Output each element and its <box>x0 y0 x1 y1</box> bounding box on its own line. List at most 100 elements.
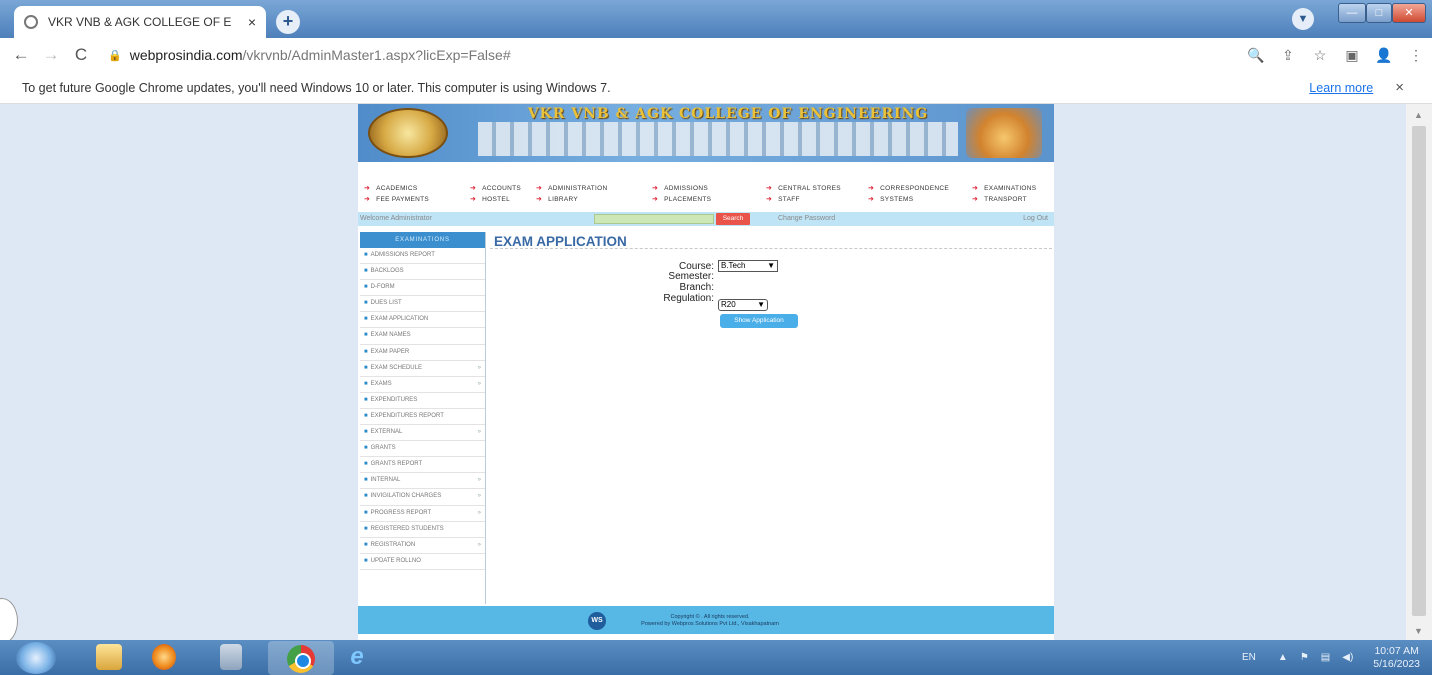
side-panel-icon[interactable]: ▣ <box>1336 47 1368 64</box>
share-icon[interactable]: ⇪ <box>1272 47 1304 64</box>
change-password-link[interactable]: Change Password <box>778 215 835 222</box>
sidebar-item-dues-list[interactable]: ■ DUES LIST <box>360 296 485 313</box>
sidebar-item-backlogs[interactable]: ■ BACKLOGS <box>360 264 485 281</box>
maximize-button[interactable]: □ <box>1366 3 1392 23</box>
menu-item-academics[interactable]: ➜ ACADEMICS <box>364 184 418 192</box>
menu-item-systems[interactable]: ➜ SYSTEMS <box>868 195 913 203</box>
menu-item-label: CENTRAL STORES <box>778 185 841 192</box>
volume-icon[interactable]: ◀) <box>1342 652 1353 663</box>
zoom-icon[interactable]: 🔍 <box>1240 47 1272 64</box>
main-content: EXAM APPLICATION Course: B.Tech ▼ Semest… <box>490 232 1052 604</box>
bullet-icon: ■ <box>364 509 368 516</box>
browser-tabbar: VKR VNB & AGK COLLEGE OF E × + ▼ — □ ✕ <box>0 0 1432 38</box>
browser-tab[interactable]: VKR VNB & AGK COLLEGE OF E × <box>14 6 266 38</box>
welcome-text: Welcome Administrator <box>360 215 432 222</box>
infobar-message: To get future Google Chrome updates, you… <box>22 80 611 95</box>
sidebar-item-progress-report[interactable]: ■ PROGRESS REPORT » <box>360 506 485 522</box>
media-player-icon[interactable] <box>152 644 176 670</box>
internet-explorer-icon[interactable]: e <box>344 644 370 670</box>
sidebar-item-exam-paper[interactable]: ■ EXAM PAPER <box>360 345 485 361</box>
sidebar-title: EXAMINATIONS <box>360 232 485 248</box>
sidebar-item-internal[interactable]: ■ INTERNAL » <box>360 473 485 490</box>
bullet-icon: ■ <box>364 300 368 307</box>
college-emblem <box>368 108 448 158</box>
sidebar-item-exam-application[interactable]: ■ EXAM APPLICATION <box>360 312 485 329</box>
files-icon[interactable] <box>220 644 242 670</box>
menu-item-examinations[interactable]: ➜ EXAMINATIONS <box>972 184 1036 192</box>
reload-icon[interactable]: C <box>66 45 96 65</box>
folder-icon[interactable] <box>96 644 122 670</box>
sidebar-item-registered-students[interactable]: ■ REGISTERED STUDENTS <box>360 522 485 538</box>
bullet-icon: ■ <box>364 396 368 403</box>
infobar-close-button[interactable]: × <box>1395 79 1404 96</box>
sidebar-item-label: PROGRESS REPORT <box>370 509 432 516</box>
menu-item-transport[interactable]: ➜ TRANSPORT <box>972 195 1027 203</box>
scroll-up-icon[interactable]: ▲ <box>1414 110 1423 120</box>
menu-item-administration[interactable]: ➜ ADMINISTRATION <box>536 184 608 192</box>
learn-more-link[interactable]: Learn more <box>1309 81 1373 95</box>
bullet-icon: ■ <box>364 364 368 371</box>
sidebar-item-update-rollno[interactable]: ■ UPDATE ROLLNO <box>360 554 485 570</box>
show-hidden-icons-icon[interactable]: ▲ <box>1278 652 1288 663</box>
sidebar-item-grants-report[interactable]: ■ GRANTS REPORT <box>360 457 485 474</box>
submenu-arrow-icon: » <box>477 364 481 371</box>
sidebar-item-exams[interactable]: ■ EXAMS » <box>360 377 485 393</box>
language-indicator[interactable]: EN <box>1242 652 1256 663</box>
menu-item-central-stores[interactable]: ➜ CENTRAL STORES <box>766 184 841 192</box>
update-infobar: To get future Google Chrome updates, you… <box>0 72 1432 104</box>
menu-item-accounts[interactable]: ➜ ACCOUNTS <box>470 184 521 192</box>
url-field[interactable]: webprosindia.com/vkrvnb/AdminMaster1.asp… <box>130 47 1240 63</box>
sidebar-item-exam-schedule[interactable]: ■ EXAM SCHEDULE » <box>360 361 485 377</box>
kebab-menu-icon[interactable]: ⋮ <box>1400 47 1432 64</box>
scroll-thumb[interactable] <box>1412 126 1426 616</box>
new-tab-button[interactable]: + <box>276 10 300 34</box>
minimize-button[interactable]: — <box>1338 3 1366 23</box>
search-input[interactable] <box>594 214 714 224</box>
submenu-arrow-icon: » <box>477 429 481 436</box>
sidebar-item-label: REGISTERED STUDENTS <box>370 525 444 532</box>
window-close-button[interactable]: ✕ <box>1392 3 1426 23</box>
profile-icon[interactable]: 👤 <box>1368 47 1400 64</box>
search-button[interactable]: Search <box>716 213 750 225</box>
scroll-down-icon[interactable]: ▼ <box>1414 626 1423 636</box>
bullet-icon: ■ <box>364 429 368 436</box>
chrome-taskbar-button[interactable] <box>268 641 334 675</box>
sidebar-item-label: REGISTRATION <box>370 541 416 548</box>
menu-item-admissions[interactable]: ➜ ADMISSIONS <box>652 184 708 192</box>
sidebar-item-d-form[interactable]: ■ D-FORM <box>360 280 485 297</box>
start-button[interactable] <box>16 642 56 674</box>
bullet-icon: ■ <box>364 268 368 275</box>
menu-item-label: TRANSPORT <box>984 196 1027 203</box>
clock[interactable]: 10:07 AM 5/16/2023 <box>1373 645 1420 671</box>
logout-link[interactable]: Log Out <box>1023 215 1048 222</box>
menu-item-fee-payments[interactable]: ➜ FEE PAYMENTS <box>364 195 429 203</box>
sidebar-item-admissions-report[interactable]: ■ ADMISSIONS REPORT <box>360 248 485 265</box>
menu-item-hostel[interactable]: ➜ HOSTEL <box>470 195 510 203</box>
menu-item-staff[interactable]: ➜ STAFF <box>766 195 800 203</box>
course-select[interactable]: B.Tech ▼ <box>718 260 778 272</box>
vertical-scrollbar[interactable]: ▲ ▼ <box>1406 104 1432 640</box>
back-icon[interactable]: ← <box>6 45 36 65</box>
menu-item-library[interactable]: ➜ LIBRARY <box>536 195 578 203</box>
show-application-button[interactable]: Show Application <box>720 314 798 328</box>
menu-item-correspondence[interactable]: ➜ CORRESPONDENCE <box>868 184 949 192</box>
forward-icon[interactable]: → <box>36 45 66 65</box>
action-center-flag-icon[interactable]: ⚑ <box>1300 652 1309 663</box>
sidebar-item-external[interactable]: ■ EXTERNAL » <box>360 425 485 442</box>
tab-close-button[interactable]: × <box>248 14 256 30</box>
star-icon[interactable]: ☆ <box>1304 47 1336 64</box>
menu-item-placements[interactable]: ➜ PLACEMENTS <box>652 195 711 203</box>
sidebar-item-expenditures-report[interactable]: ■ EXPENDITURES REPORT <box>360 409 485 426</box>
lock-icon[interactable]: 🔒 <box>108 49 122 62</box>
regulation-select[interactable]: R20 ▼ <box>718 299 768 311</box>
sidebar-item-grants[interactable]: ■ GRANTS <box>360 441 485 458</box>
sidebar-item-invigilation-charges[interactable]: ■ INVIGILATION CHARGES » <box>360 489 485 506</box>
chevron-down-icon: ▼ <box>767 261 775 270</box>
sidebar-item-registration[interactable]: ■ REGISTRATION » <box>360 538 485 554</box>
address-bar: ← → C 🔒 webprosindia.com/vkrvnb/AdminMas… <box>0 38 1432 72</box>
tab-search-button[interactable]: ▼ <box>1292 8 1314 30</box>
sidebar-item-expenditures[interactable]: ■ EXPENDITURES <box>360 393 485 409</box>
arrow-right-icon: ➜ <box>470 185 477 192</box>
sidebar-item-exam-names[interactable]: ■ EXAM NAMES <box>360 328 485 345</box>
network-icon[interactable]: ▤ <box>1321 652 1330 663</box>
